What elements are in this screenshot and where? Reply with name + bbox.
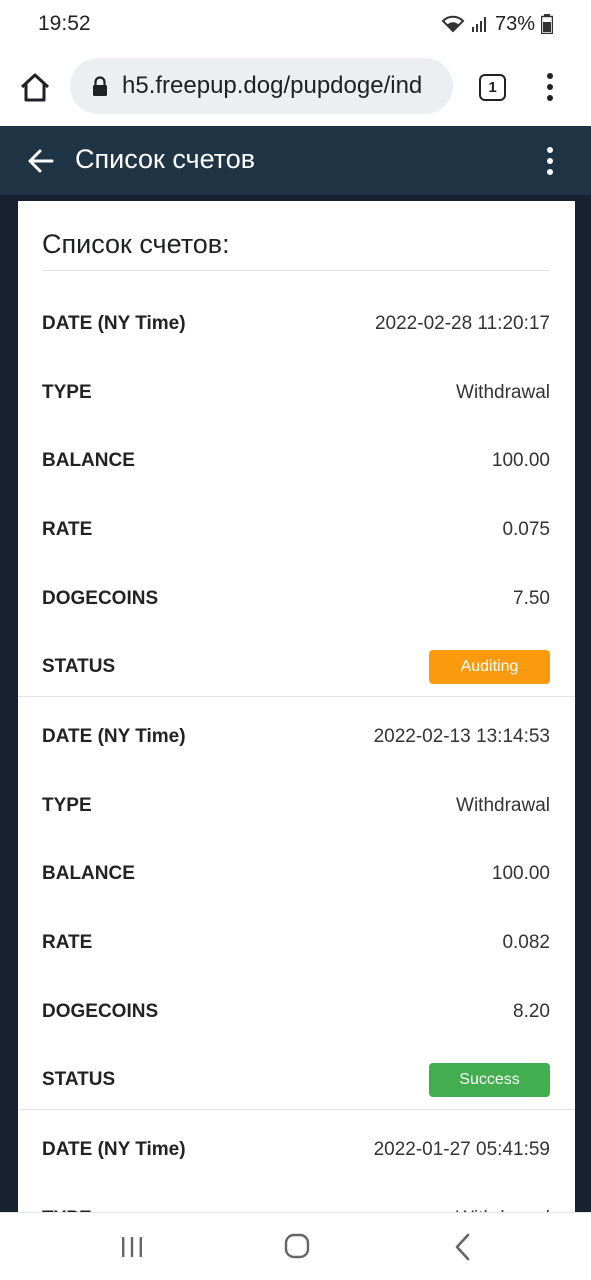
- kebab-menu-icon[interactable]: [540, 70, 560, 104]
- value-type: Withdrawal: [456, 382, 550, 403]
- invoice-list-card: Список счетов: DATE (NY Time) 2022-02-28…: [18, 201, 575, 1212]
- status-bar: 19:52 73%: [0, 0, 591, 48]
- divider: [42, 270, 550, 271]
- row-date: DATE (NY Time) 2022-02-13 13:14:53: [42, 717, 550, 757]
- recents-icon[interactable]: [120, 1235, 144, 1259]
- row-type: TYPE Withdrawal: [42, 1199, 550, 1212]
- row-type: TYPE Withdrawal: [42, 786, 550, 826]
- record-divider: [18, 696, 575, 697]
- back-arrow-icon[interactable]: [26, 146, 56, 176]
- status-badge-auditing: Auditing: [429, 650, 550, 684]
- label-balance: BALANCE: [42, 863, 135, 884]
- nav-home-icon[interactable]: [284, 1233, 310, 1259]
- value-date: 2022-02-28 11:20:17: [374, 313, 550, 334]
- value-rate: 0.075: [502, 519, 550, 540]
- value-date: 2022-01-27 05:41:59: [373, 1139, 550, 1160]
- url-text: h5.freepup.dog/pupdoge/ind: [122, 72, 423, 99]
- status-time: 19:52: [38, 12, 91, 35]
- value-rate: 0.082: [502, 932, 550, 953]
- label-status: STATUS: [42, 1069, 116, 1090]
- value-dogecoins: 7.50: [513, 588, 550, 609]
- row-balance: BALANCE 100.00: [42, 441, 550, 481]
- label-date: DATE (NY Time): [42, 1139, 186, 1160]
- row-status: STATUS Auditing: [42, 647, 550, 687]
- wifi-icon: [441, 15, 465, 33]
- row-dogecoins: DOGECOINS 7.50: [42, 579, 550, 619]
- kebab-menu-icon[interactable]: [540, 144, 560, 178]
- label-dogecoins: DOGECOINS: [42, 588, 159, 609]
- value-type: Withdrawal: [456, 795, 550, 816]
- nav-back-icon[interactable]: [453, 1233, 471, 1261]
- label-date: DATE (NY Time): [42, 313, 186, 334]
- app-header: Список счетов: [0, 126, 591, 195]
- label-status: STATUS: [42, 656, 116, 677]
- row-date: DATE (NY Time) 2022-02-28 11:20:17: [42, 304, 550, 344]
- page-title: Список счетов: [75, 144, 256, 174]
- label-balance: BALANCE: [42, 450, 135, 471]
- label-rate: RATE: [42, 932, 93, 953]
- row-status: STATUS Success: [42, 1060, 550, 1100]
- lock-icon: [93, 76, 107, 96]
- value-dogecoins: 8.20: [513, 1001, 550, 1022]
- card-title: Список счетов:: [42, 229, 230, 259]
- row-date: DATE (NY Time) 2022-01-27 05:41:59: [42, 1130, 550, 1170]
- signal-icon: [471, 17, 486, 32]
- battery-percent: 73%: [494, 12, 535, 35]
- label-rate: RATE: [42, 519, 93, 540]
- label-type: TYPE: [42, 795, 92, 816]
- battery-icon: [541, 14, 553, 34]
- row-rate: RATE 0.075: [42, 510, 550, 550]
- label-date: DATE (NY Time): [42, 726, 186, 747]
- status-indicators: 73%: [441, 13, 553, 36]
- row-dogecoins: DOGECOINS 8.20: [42, 992, 550, 1032]
- value-balance: 100.00: [491, 863, 550, 884]
- status-badge-success: Success: [429, 1063, 550, 1097]
- value-date: 2022-02-13 13:14:53: [373, 726, 550, 747]
- main-content[interactable]: Список счетов: DATE (NY Time) 2022-02-28…: [0, 195, 591, 1212]
- row-type: TYPE Withdrawal: [42, 373, 550, 413]
- system-nav-bar: [0, 1212, 591, 1280]
- home-icon[interactable]: [18, 70, 52, 104]
- label-type: TYPE: [42, 382, 92, 403]
- tab-switcher-button[interactable]: 1: [479, 74, 506, 101]
- value-balance: 100.00: [491, 450, 550, 471]
- record-divider: [18, 1109, 575, 1110]
- label-dogecoins: DOGECOINS: [42, 1001, 159, 1022]
- row-rate: RATE 0.082: [42, 923, 550, 963]
- url-bar[interactable]: h5.freepup.dog/pupdoge/ind: [70, 58, 453, 114]
- row-balance: BALANCE 100.00: [42, 854, 550, 894]
- browser-toolbar: h5.freepup.dog/pupdoge/ind 1: [0, 48, 591, 126]
